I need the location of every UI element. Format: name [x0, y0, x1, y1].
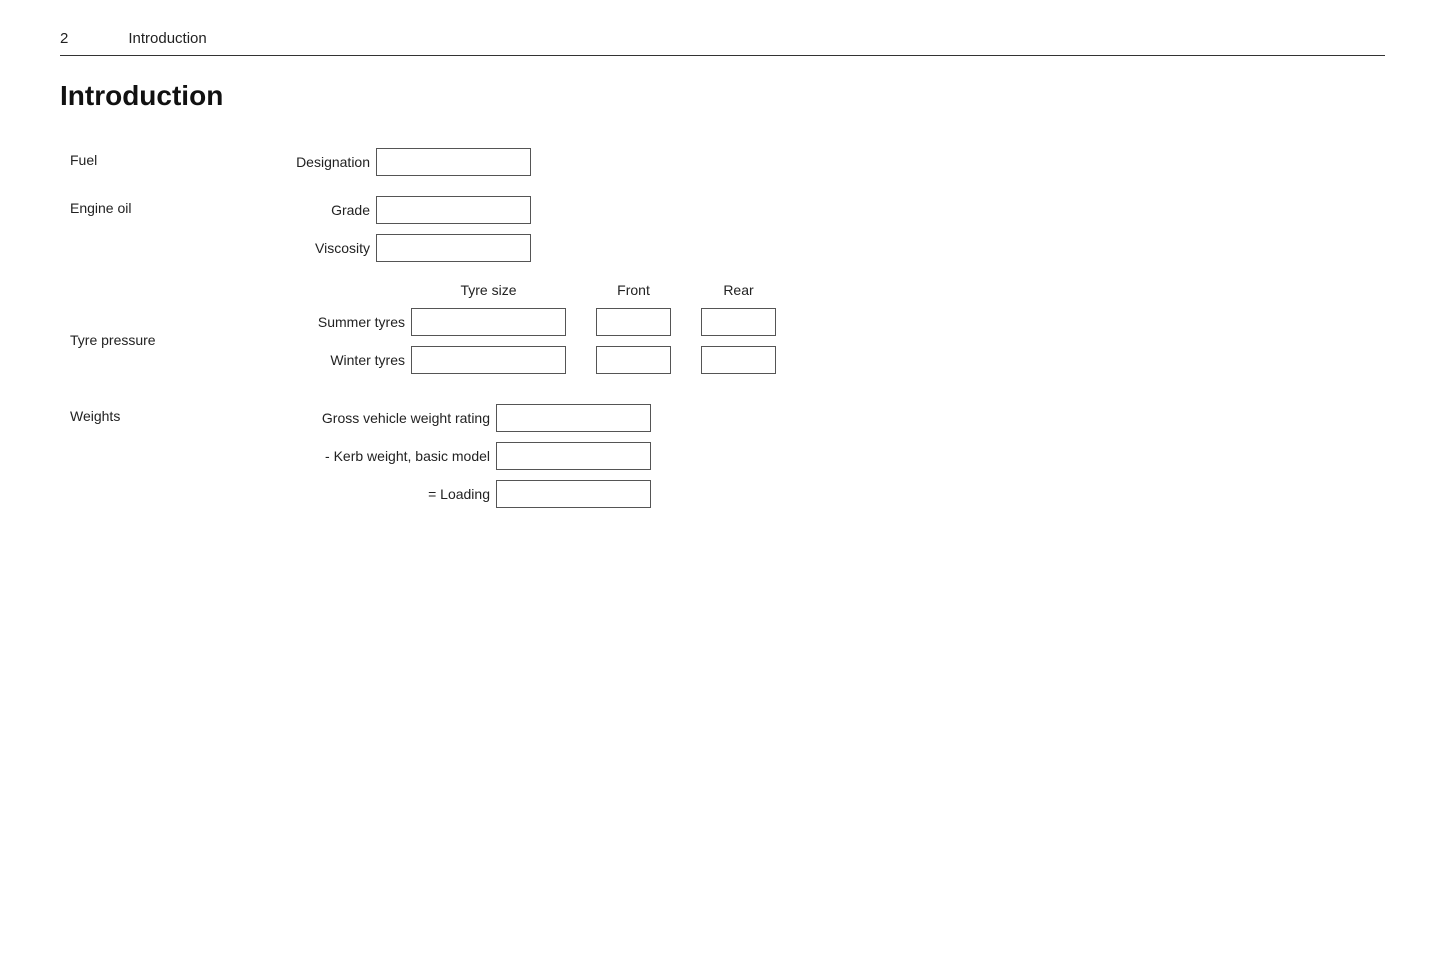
- rear-header: Rear: [701, 282, 776, 298]
- winter-tyre-size-box[interactable]: [411, 346, 566, 374]
- engine-oil-section: Engine oil Grade Viscosity: [70, 196, 1385, 262]
- engine-oil-viscosity-row: Viscosity: [250, 234, 531, 262]
- winter-tyres-row: Winter tyres: [250, 346, 776, 374]
- summer-tyre-size-box[interactable]: [411, 308, 566, 336]
- gross-weight-label: Gross vehicle weight rating: [250, 410, 490, 426]
- page-header: 2 Introduction: [60, 30, 1385, 56]
- kerb-weight-row: - Kerb weight, basic model: [250, 442, 651, 470]
- engine-oil-viscosity-box[interactable]: [376, 234, 531, 262]
- gross-weight-row: Gross vehicle weight rating: [250, 404, 651, 432]
- fuel-designation-row: Designation: [250, 148, 531, 176]
- content-area: Fuel Designation Engine oil Grade Viscos…: [60, 148, 1385, 508]
- tyre-size-header: Tyre size: [411, 282, 566, 298]
- fuel-designation-box[interactable]: [376, 148, 531, 176]
- header-title: Introduction: [128, 30, 206, 47]
- tyre-pressure-label: Tyre pressure: [70, 282, 250, 348]
- summer-tyres-row: Summer tyres: [250, 308, 776, 336]
- summer-rear-box[interactable]: [701, 308, 776, 336]
- engine-oil-grade-row: Grade: [250, 196, 531, 224]
- tyre-header-row: Tyre size Front Rear: [250, 282, 776, 298]
- winter-front-box[interactable]: [596, 346, 671, 374]
- engine-oil-label: Engine oil: [70, 196, 250, 216]
- fuel-designation-label: Designation: [250, 154, 370, 170]
- engine-oil-grade-box[interactable]: [376, 196, 531, 224]
- loading-row: = Loading: [250, 480, 651, 508]
- kerb-weight-box[interactable]: [496, 442, 651, 470]
- page-number: 2: [60, 30, 68, 47]
- fuel-section: Fuel Designation: [70, 148, 1385, 176]
- kerb-weight-label: - Kerb weight, basic model: [250, 448, 490, 464]
- loading-label: = Loading: [250, 486, 490, 502]
- fuel-fields: Designation: [250, 148, 531, 176]
- gross-weight-box[interactable]: [496, 404, 651, 432]
- engine-oil-grade-label: Grade: [250, 202, 370, 218]
- summer-tyres-label: Summer tyres: [250, 314, 405, 330]
- weights-section: Weights Gross vehicle weight rating - Ke…: [70, 404, 1385, 508]
- tyre-grid: Tyre size Front Rear Summer tyres Winter…: [250, 282, 776, 384]
- loading-box[interactable]: [496, 480, 651, 508]
- engine-oil-viscosity-label: Viscosity: [250, 240, 370, 256]
- page-container: 2 Introduction Introduction Fuel Designa…: [0, 0, 1445, 568]
- weights-label: Weights: [70, 404, 250, 424]
- tyre-pressure-section: Tyre pressure Tyre size Front Rear Summe…: [70, 282, 1385, 384]
- winter-rear-box[interactable]: [701, 346, 776, 374]
- fuel-label: Fuel: [70, 148, 250, 168]
- page-title: Introduction: [60, 80, 1385, 112]
- summer-front-box[interactable]: [596, 308, 671, 336]
- engine-oil-fields: Grade Viscosity: [250, 196, 531, 262]
- front-header: Front: [596, 282, 671, 298]
- weights-fields: Gross vehicle weight rating - Kerb weigh…: [250, 404, 651, 508]
- winter-tyres-label: Winter tyres: [250, 352, 405, 368]
